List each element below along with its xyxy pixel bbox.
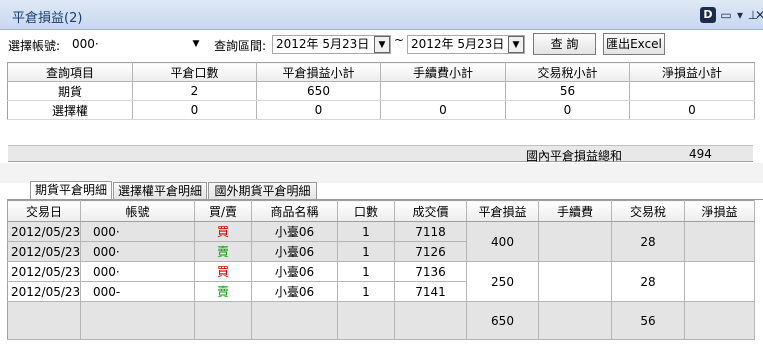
- trade-date: 2012/05/23: [7, 221, 81, 242]
- detail-total-row: 650 56: [7, 301, 755, 340]
- trade-account: 000·: [80, 241, 195, 262]
- table-row[interactable]: 2012/05/23 000· 買 小臺06 1 7136 250 28: [7, 261, 755, 302]
- total-net: [684, 301, 755, 340]
- tab-futures-detail[interactable]: 期貨平倉明細: [30, 181, 112, 200]
- trade-account: 000·: [80, 221, 195, 242]
- total-fee: [538, 301, 612, 340]
- summary-cell: 650: [256, 81, 381, 101]
- splitter[interactable]: [0, 163, 763, 183]
- detail-header: 帳號: [80, 200, 195, 222]
- summary-header: 交易稅小計: [505, 62, 630, 82]
- trade-price: 7141: [394, 281, 467, 302]
- summary-cell: 期貨: [7, 81, 133, 101]
- detail-header: 口數: [337, 200, 395, 222]
- summary-table: 查詢項目 平倉口數 平倉損益小計 手續費小計 交易稅小計 淨損益小計 期貨 2 …: [7, 62, 755, 120]
- pair-pnl: 400: [466, 221, 539, 262]
- date-from-picker[interactable]: 2012年 5月23日 ▼: [272, 35, 391, 54]
- detail-header: 淨損益: [684, 200, 755, 222]
- summary-cell: 0: [629, 100, 755, 120]
- detail-header: 平倉損益: [466, 200, 539, 222]
- detail-header: 買/賣: [194, 200, 252, 222]
- summary-header: 淨損益小計: [629, 62, 755, 82]
- trade-date: 2012/05/23: [7, 261, 81, 282]
- detail-header: 交易日: [7, 200, 81, 222]
- trade-account: 000·: [80, 261, 195, 282]
- trade-side: 賣: [194, 241, 252, 262]
- summary-total-label: 國內平倉損益總和: [526, 149, 623, 163]
- date-from-value: 2012年 5月23日: [276, 37, 370, 51]
- detail-header: 手續費: [538, 200, 612, 222]
- trade-product: 小臺06: [251, 281, 338, 302]
- detail-header: 商品名稱: [251, 200, 338, 222]
- window-title: 平倉損益(2): [12, 11, 83, 26]
- summary-cell: 0: [256, 100, 381, 120]
- summary-cell: 0: [380, 100, 506, 120]
- summary-header: 手續費小計: [380, 62, 506, 82]
- export-excel-button[interactable]: 匯出Excel: [603, 33, 665, 55]
- close-icon[interactable]: ✕: [755, 7, 763, 23]
- trade-price: 7126: [394, 241, 467, 262]
- title-bar: 平倉損益(2) D ▭ ▾ ⊥ ✕: [0, 0, 763, 30]
- table-row[interactable]: 2012/05/23 000· 買 小臺06 1 7118 400 28: [7, 221, 755, 262]
- trade-price: 7118: [394, 221, 467, 242]
- summary-header-row: 查詢項目 平倉口數 平倉損益小計 手續費小計 交易稅小計 淨損益小計: [7, 62, 755, 82]
- trade-side: 買: [194, 261, 252, 282]
- trade-qty: 1: [337, 261, 395, 282]
- trade-product: 小臺06: [251, 261, 338, 282]
- chevron-down-icon[interactable]: ▼: [508, 36, 524, 53]
- summary-header: 平倉損益小計: [256, 62, 381, 82]
- summary-header: 查詢項目: [7, 62, 133, 82]
- chevron-down-icon[interactable]: ▼: [188, 36, 204, 53]
- chevron-down-icon[interactable]: ▼: [374, 36, 390, 53]
- detail-header-row: 交易日 帳號 買/賣 商品名稱 口數 成交價 平倉損益 手續費 交易稅 淨損益: [7, 200, 755, 222]
- query-button[interactable]: 查 詢: [533, 33, 596, 55]
- summary-cell: 56: [505, 81, 630, 101]
- pair-tax: 28: [611, 221, 685, 262]
- trade-qty: 1: [337, 241, 395, 262]
- tab-foreign-futures-detail[interactable]: 國外期貨平倉明細: [208, 182, 317, 200]
- total-pnl: 650: [466, 301, 539, 340]
- account-label: 選擇帳號:: [8, 39, 61, 53]
- pair-net: [684, 221, 755, 262]
- summary-total-value: 494: [689, 147, 712, 161]
- summary-cell: 0: [132, 100, 257, 120]
- pair-net: [684, 261, 755, 302]
- summary-cell: 選擇權: [7, 100, 133, 120]
- trade-qty: 1: [337, 221, 395, 242]
- trade-side: 買: [194, 221, 252, 242]
- table-row[interactable]: 選擇權 0 0 0 0 0: [7, 100, 755, 120]
- trade-product: 小臺06: [251, 221, 338, 242]
- trade-side: 賣: [194, 281, 252, 302]
- detail-table: 交易日 帳號 買/賣 商品名稱 口數 成交價 平倉損益 手續費 交易稅 淨損益 …: [7, 200, 755, 340]
- date-to-value: 2012年 5月23日: [411, 37, 505, 51]
- table-row[interactable]: 期貨 2 650 56: [7, 81, 755, 101]
- summary-total-bar: 國內平倉損益總和 494: [8, 145, 753, 163]
- tab-options-detail[interactable]: 選擇權平倉明細: [113, 182, 207, 200]
- summary-header: 平倉口數: [132, 62, 257, 82]
- trade-date: 2012/05/23: [7, 281, 81, 302]
- trade-product: 小臺06: [251, 241, 338, 262]
- detail-header: 成交價: [394, 200, 467, 222]
- range-tilde: ~: [394, 33, 405, 47]
- summary-cell: 0: [505, 100, 630, 120]
- pair-fee: [538, 261, 612, 302]
- detail-header: 交易稅: [611, 200, 685, 222]
- trade-account: 000-: [80, 281, 195, 302]
- trade-date: 2012/05/23: [7, 241, 81, 262]
- account-value: 000·: [72, 37, 99, 51]
- trade-price: 7136: [394, 261, 467, 282]
- summary-empty-area: [8, 122, 753, 145]
- pair-fee: [538, 221, 612, 262]
- d-icon[interactable]: D: [700, 7, 716, 23]
- pair-tax: 28: [611, 261, 685, 302]
- summary-cell: [629, 81, 755, 101]
- summary-cell: [380, 81, 506, 101]
- date-to-picker[interactable]: 2012年 5月23日 ▼: [407, 35, 525, 54]
- trade-qty: 1: [337, 281, 395, 302]
- pair-pnl: 250: [466, 261, 539, 302]
- total-tax: 56: [611, 301, 685, 340]
- range-label: 查詢區間:: [214, 39, 267, 53]
- account-select[interactable]: 000· ▼: [68, 35, 205, 54]
- summary-cell: 2: [132, 81, 257, 101]
